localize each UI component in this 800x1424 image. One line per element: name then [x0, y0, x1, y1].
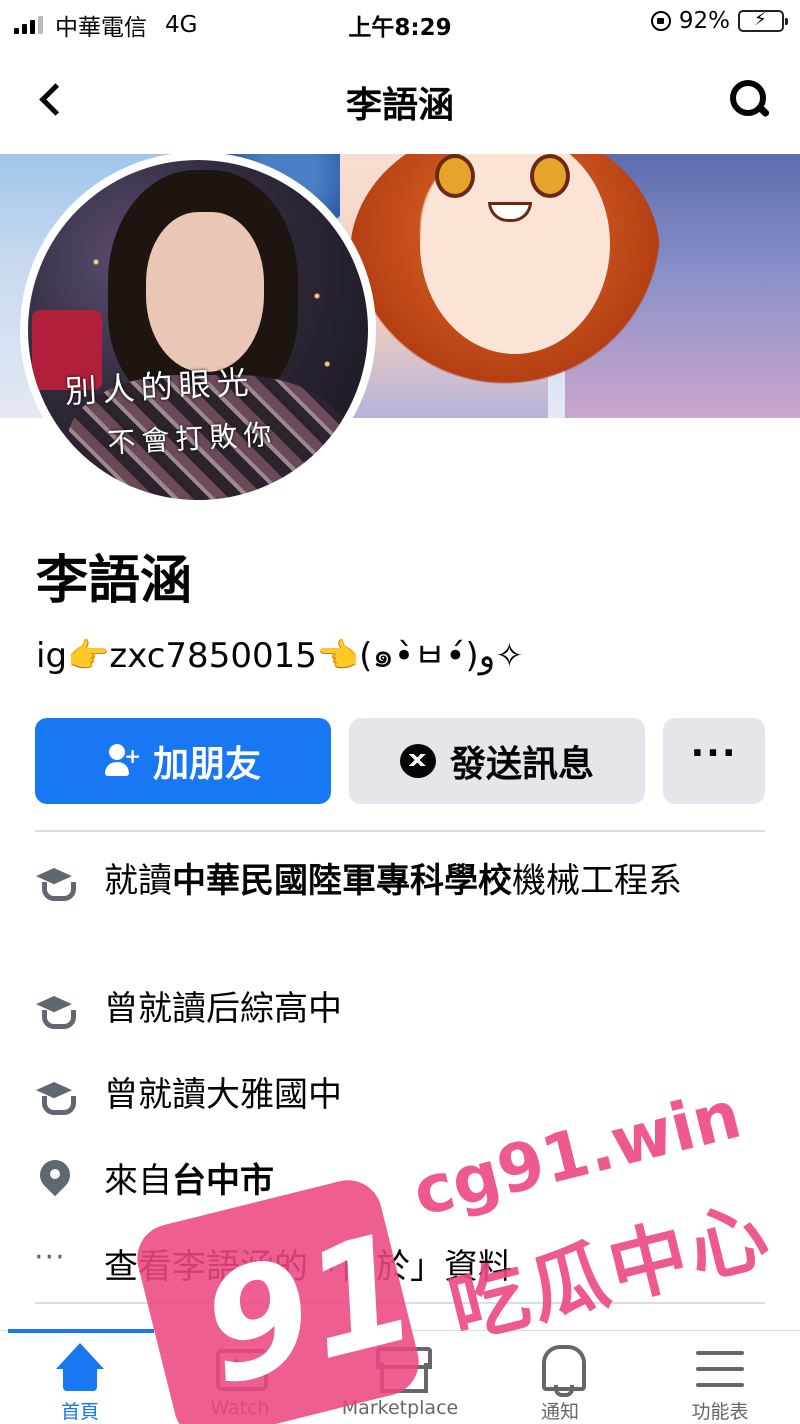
divider: [35, 1302, 765, 1304]
send-message-button[interactable]: 發送訊息: [349, 718, 645, 804]
school-link[interactable]: 中華民國陸軍專科學校: [172, 861, 512, 901]
hometown-link[interactable]: 台中市: [172, 1161, 274, 1201]
profile-bio: ig👉zxc7850015👈(๑•̀ㅂ•́)و✧: [36, 636, 524, 676]
messenger-icon: [399, 744, 436, 778]
graduation-cap-icon: [34, 988, 76, 1030]
tab-label: 功能表: [691, 1401, 749, 1423]
info-prefix: 來自: [104, 1161, 172, 1201]
status-right: 92%: [650, 8, 788, 34]
battery-icon: [738, 10, 788, 32]
tab-label: Marketplace: [341, 1397, 459, 1419]
tab-notifications[interactable]: 通知: [480, 1331, 640, 1424]
add-friend-label: 加朋友: [152, 744, 261, 785]
more-dots-icon: ···: [690, 733, 738, 774]
menu-icon: [694, 1343, 746, 1395]
info-text-junior-high: 曾就讀大雅國中: [104, 1075, 342, 1115]
page-title: 李語涵: [345, 85, 454, 126]
search-icon[interactable]: [728, 78, 772, 122]
info-text-high-school: 曾就讀后綜高中: [104, 989, 342, 1029]
tab-home[interactable]: 首頁: [0, 1331, 160, 1424]
info-text-education: 就讀中華民國陸軍專科學校機械工程系: [104, 856, 764, 906]
avatar-caption: 別人的眼光 不會打敗你: [63, 351, 328, 472]
profile-name: 李語涵: [36, 551, 193, 611]
watch-icon: [214, 1343, 268, 1395]
send-message-label: 發送訊息: [449, 744, 594, 785]
battery-percent: 92%: [678, 8, 730, 34]
home-icon: [54, 1343, 106, 1395]
rotation-lock-icon: [650, 11, 671, 31]
graduation-cap-icon: [34, 1074, 76, 1116]
add-friend-button[interactable]: + 加朋友: [35, 718, 331, 804]
divider: [35, 830, 765, 832]
tab-marketplace[interactable]: Marketplace: [320, 1331, 480, 1424]
tab-label: Watch: [210, 1397, 270, 1419]
see-about-label[interactable]: 查看李語涵的「關於」資料: [104, 1242, 764, 1292]
bell-icon: [534, 1343, 586, 1397]
bottom-tab-bar: 首頁 Watch Marketplace 通知 功能表: [0, 1329, 800, 1424]
profile-picture: 別人的眼光 不會打敗你: [28, 160, 368, 500]
marketplace-icon: [374, 1343, 432, 1395]
avatar[interactable]: 別人的眼光 不會打敗你: [20, 152, 376, 508]
nav-header: 李語涵: [0, 50, 800, 150]
info-suffix: 機械工程系: [512, 861, 682, 901]
location-pin-icon: [34, 1158, 76, 1200]
more-dots-icon: ···: [34, 1240, 66, 1275]
info-text-hometown: 來自台中市: [104, 1156, 764, 1206]
graduation-cap-icon: [34, 860, 76, 902]
info-prefix: 就讀: [104, 861, 172, 901]
add-friend-icon: +: [104, 744, 141, 778]
tab-menu[interactable]: 功能表: [640, 1331, 800, 1424]
tab-label: 首頁: [60, 1401, 99, 1423]
tab-watch[interactable]: Watch: [160, 1331, 320, 1424]
status-bar: 中華電信 4G 上午8:29 92%: [0, 0, 800, 44]
more-options-button[interactable]: ···: [663, 718, 765, 804]
tab-label: 通知: [540, 1401, 579, 1423]
